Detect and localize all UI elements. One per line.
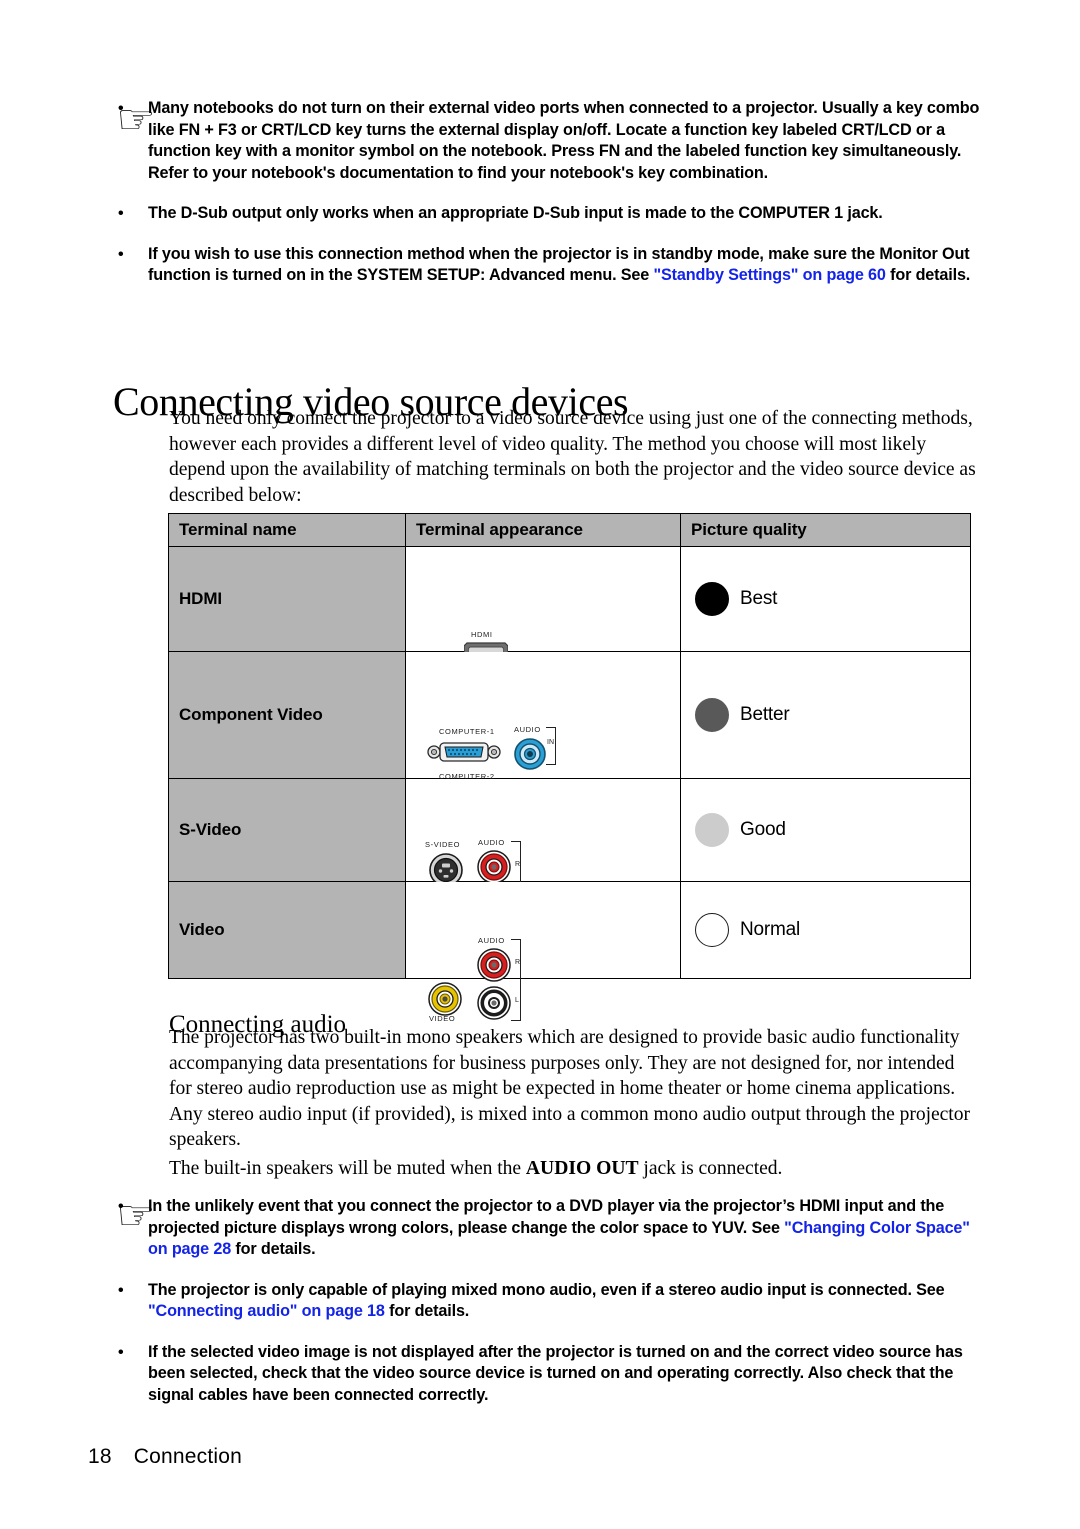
column-header-terminal-name: Terminal name [168,513,406,547]
bullet-glyph: • [118,205,124,222]
table-row: Video AUDIO R L VIDEO Normal [168,881,971,1023]
quality-dot-better [695,698,729,732]
note-list-top: • Many notebooks do not turn on their ex… [110,98,990,287]
cross-reference-link[interactable]: "Standby Settings" on page 60 [653,266,885,284]
terminal-appearance-cell: S-VIDEO AUDIO R [405,778,681,924]
audio-l-jack-icon [477,986,511,1020]
picture-quality-cell: Normal [680,881,971,979]
audio-group-bracket [546,727,556,765]
note-text: The D-Sub output only works when an appr… [148,204,883,222]
quality-label: Best [740,588,778,609]
column-header-picture-quality: Picture quality [680,513,971,547]
note-list-bottom: • In the unlikely event that you connect… [110,1196,990,1406]
quality-label: Good [740,819,786,840]
hdmi-port-label: HDMI [471,630,493,639]
audio-in-jack-icon [514,738,546,770]
bullet-glyph: • [118,245,124,263]
video-jack-icon [428,982,462,1016]
note-text: If the selected video image is not displ… [148,1342,963,1404]
bullet-glyph: • [118,100,124,117]
audio-label: AUDIO [478,838,505,847]
terminal-appearance-cell: COMPUTER-1 COMPUTER-2 AUDIO IN [405,651,681,807]
audio-out-term: AUDIO OUT [525,1158,639,1179]
note-block-bottom: ☞ • In the unlikely event that you conne… [110,1196,990,1406]
note-item: • The projector is only capable of playi… [110,1280,990,1323]
note-item: • In the unlikely event that you connect… [110,1196,990,1261]
column-header-terminal-appearance: Terminal appearance [405,513,681,547]
vga-port-computer1-icon [427,742,501,762]
picture-quality-cell: Good [680,778,971,882]
table-row: HDMI HDMI Best [168,546,971,661]
table-row: S-Video S-VIDEO AUDIO R Good [168,778,971,924]
quality-dot-good [695,813,729,847]
audio-muted-before: The built-in speakers will be muted when… [169,1158,526,1179]
footer-page-number: 18 [88,1445,112,1468]
terminal-name-cell: S-Video [168,778,406,882]
audio-r-jack-icon [477,850,511,884]
quality-indicator: Good [695,813,970,847]
audio-label: AUDIO [478,936,505,945]
audio-muted-after: jack is connected. [638,1158,783,1179]
audio-muted-line: The built-in speakers will be muted when… [169,1156,981,1182]
note-text: Many notebooks do not turn on their exte… [148,99,980,182]
quality-indicator: Best [695,582,970,616]
note-item: • The D-Sub output only works when an ap… [110,203,990,225]
audio-label: AUDIO [514,725,541,734]
picture-quality-cell: Better [680,651,971,779]
note-item: • If you wish to use this connection met… [110,244,990,287]
terminal-name-cell: HDMI [168,546,406,652]
page-footer: 18 Connection [88,1445,242,1469]
audio-group-bracket [511,939,521,1021]
audio-paragraph: The projector has two built-in mono spea… [169,1027,970,1151]
bullet-glyph: • [118,1198,124,1215]
bullet-glyph: • [118,1281,124,1299]
note-text: The projector is only capable of playing… [148,1280,945,1299]
note-block-top: ☞ • Many notebooks do not turn on their … [110,98,990,287]
picture-quality-cell: Best [680,546,971,652]
computer1-label: COMPUTER-1 [439,727,495,736]
quality-label: Normal [740,919,801,940]
audio-in-label: IN [547,739,554,746]
intro-paragraph: You need only connect the projector to a… [169,408,976,506]
audio-r-jack-icon [477,948,511,982]
note-text-tail: for details. [885,266,971,284]
table-header-row: Terminal name Terminal appearance Pictur… [168,513,971,547]
quality-indicator: Better [695,698,970,732]
terminal-name-cell: Component Video [168,651,406,779]
note-item: • Many notebooks do not turn on their ex… [110,98,990,184]
cross-reference-link[interactable]: "Connecting audio" on page 18 [148,1302,385,1320]
quality-dot-best [695,582,729,616]
note-text-tail: for details. [384,1302,470,1320]
bullet-glyph: • [118,1343,124,1361]
note-item: • If the selected video image is not dis… [110,1342,990,1407]
quality-indicator: Normal [695,913,970,947]
document-page: ☞ • Many notebooks do not turn on their … [0,0,1080,1529]
quality-dot-normal [695,913,729,947]
video-jack-label: VIDEO [429,1014,456,1023]
note-text-tail: for details. [231,1240,316,1258]
table-row: Component Video COMPUTER-1 COMPUTER-2 AU… [168,651,971,807]
terminal-name-cell: Video [168,881,406,979]
quality-label: Better [740,704,790,725]
terminal-appearance-cell: AUDIO R L VIDEO [405,881,681,1023]
svideo-label: S-VIDEO [425,840,461,849]
terminal-appearance-cell: HDMI [405,546,681,661]
footer-section-name: Connection [133,1445,243,1468]
terminal-comparison-table: Terminal name Terminal appearance Pictur… [168,513,971,1023]
